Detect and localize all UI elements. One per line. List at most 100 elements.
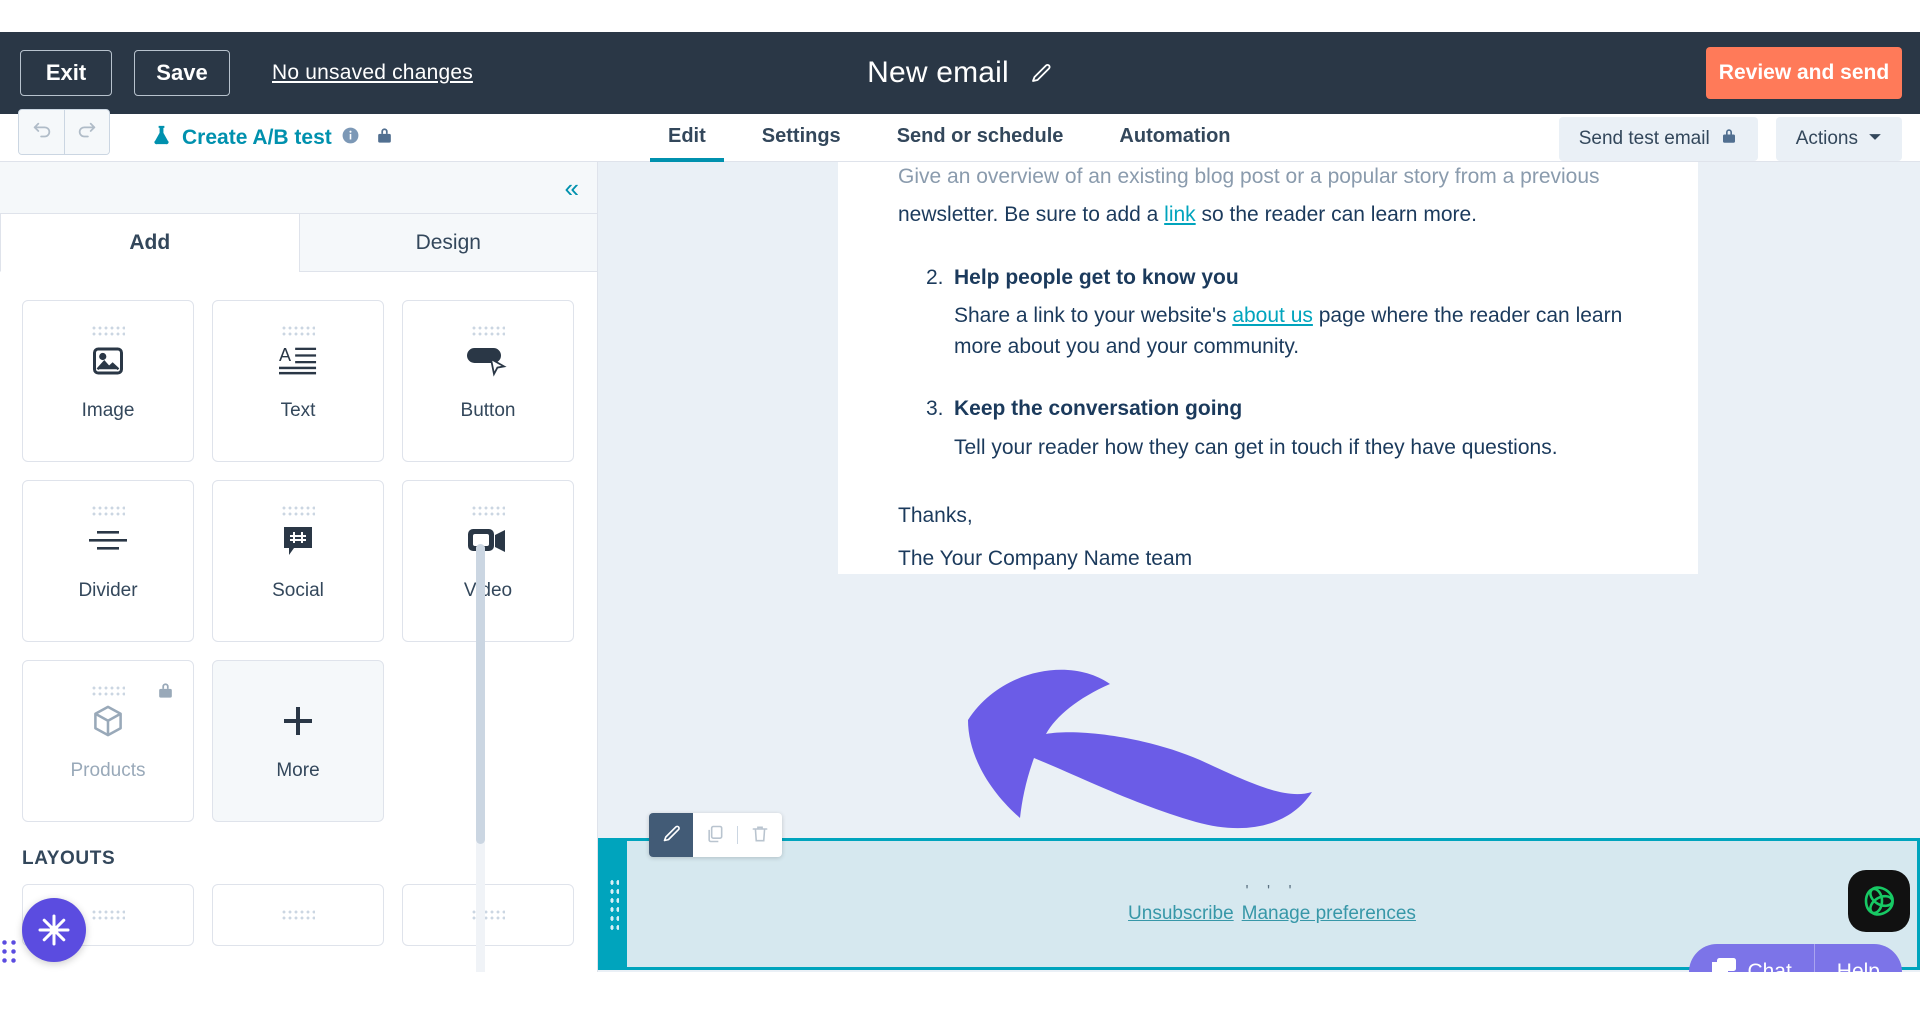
module-card-image[interactable]: Image xyxy=(22,300,194,462)
signoff-team: The Your Company Name team xyxy=(898,546,1193,570)
paragraph-with-link: newsletter. Be sure to add a link so the… xyxy=(898,200,1638,230)
about-us-link[interactable]: about us xyxy=(1232,304,1313,327)
redo-button[interactable] xyxy=(64,110,109,154)
video-icon xyxy=(467,520,509,562)
module-card-text[interactable]: A Text xyxy=(212,300,384,462)
top-white-strip xyxy=(0,0,1920,32)
paragraph-text-post: so the reader can learn more. xyxy=(1195,203,1478,227)
panel-tab-add[interactable]: Add xyxy=(0,214,299,272)
signoff-thanks: Thanks, xyxy=(898,504,973,528)
drag-grip-icon xyxy=(281,505,315,517)
flask-icon xyxy=(150,124,173,152)
pencil-icon[interactable] xyxy=(1029,61,1053,85)
layouts-section-title: LAYOUTS xyxy=(22,848,116,869)
drag-grip-icon xyxy=(281,909,315,921)
atom-swirl-icon[interactable] xyxy=(1848,870,1910,932)
list-number: 3. xyxy=(926,397,944,421)
create-ab-test-link[interactable]: Create A/B test xyxy=(150,124,394,152)
tab-send-or-schedule[interactable]: Send or schedule xyxy=(879,114,1082,162)
save-button[interactable]: Save xyxy=(134,50,230,96)
plus-icon xyxy=(281,700,315,742)
send-test-email-button[interactable]: Send test email xyxy=(1558,117,1758,161)
panel-scrollbar-thumb[interactable] xyxy=(476,544,485,844)
drag-grip-icon xyxy=(91,505,125,517)
module-label: Button xyxy=(460,400,516,421)
toolbar-right-actions: Send test email Actions xyxy=(1558,117,1902,161)
send-test-email-label: Send test email xyxy=(1578,128,1710,149)
module-card-products[interactable]: Products xyxy=(22,660,194,822)
undo-icon xyxy=(31,120,53,145)
drag-grip-icon xyxy=(471,325,505,337)
bottom-white-strip xyxy=(0,972,1920,1020)
manage-preferences-link[interactable]: Manage preferences xyxy=(1242,903,1416,925)
text-icon: A xyxy=(279,340,317,382)
module-label: More xyxy=(276,760,320,781)
module-card-divider[interactable]: Divider xyxy=(22,480,194,642)
step-body: Share a link to your website's about us … xyxy=(954,301,1638,362)
lock-icon xyxy=(1720,127,1738,151)
social-hashtag-icon xyxy=(281,520,315,562)
module-label: Social xyxy=(272,580,324,601)
unsubscribe-link[interactable]: Unsubscribe xyxy=(1128,903,1234,925)
undo-button[interactable] xyxy=(19,110,64,154)
panel-tab-design[interactable]: Design xyxy=(298,214,597,272)
footer-dots: ' ' ' xyxy=(1245,883,1299,900)
info-icon[interactable] xyxy=(341,126,360,150)
panel-collapse-row: « xyxy=(0,162,597,214)
tab-automation[interactable]: Automation xyxy=(1101,114,1248,162)
email-signoff: Thanks, The Your Company Name team xyxy=(898,501,1638,574)
module-label: Products xyxy=(70,760,146,781)
divider-icon xyxy=(89,520,127,562)
module-card-social[interactable]: Social xyxy=(212,480,384,642)
double-chevron-left-icon[interactable]: « xyxy=(565,175,579,201)
step-heading: Help people get to know you xyxy=(954,265,1239,289)
email-body[interactable]: Give an overview of an existing blog pos… xyxy=(838,162,1698,574)
email-steps-list: 2. Help people get to know you Share a l… xyxy=(898,263,1638,463)
asterisk-burst-icon[interactable] xyxy=(22,898,86,962)
secondary-toolbar: Create A/B test Edit Settings Send or sc… xyxy=(0,109,1920,162)
module-label: Text xyxy=(280,400,316,421)
clipped-paragraph-line: Give an overview of an existing blog pos… xyxy=(898,165,1600,188)
drag-grip-icon xyxy=(471,505,505,517)
email-canvas: Give an overview of an existing blog pos… xyxy=(598,162,1920,972)
module-card-button[interactable]: Button xyxy=(402,300,574,462)
products-box-icon xyxy=(90,700,126,742)
module-label: Video xyxy=(463,580,513,601)
drag-grip-icon xyxy=(609,878,619,930)
lock-icon xyxy=(156,681,175,705)
unsaved-changes-status[interactable]: No unsaved changes xyxy=(272,61,473,85)
tab-edit[interactable]: Edit xyxy=(650,114,724,162)
image-icon xyxy=(90,340,126,382)
list-item: 3. Keep the conversation going Tell your… xyxy=(898,394,1638,463)
drag-grip-icon xyxy=(91,909,125,921)
create-ab-test-label: Create A/B test xyxy=(182,126,332,149)
module-label: Image xyxy=(81,400,135,421)
top-bar: Exit Save No unsaved changes New email R… xyxy=(0,32,1920,114)
layout-card[interactable] xyxy=(212,884,384,946)
module-label: Divider xyxy=(78,580,138,601)
undo-redo-group xyxy=(18,109,110,155)
paragraph-text-pre: newsletter. Be sure to add a xyxy=(898,203,1165,227)
exit-button[interactable]: Exit xyxy=(20,50,112,96)
module-drag-handle[interactable] xyxy=(601,841,627,967)
actions-label: Actions xyxy=(1795,128,1858,149)
button-icon xyxy=(466,340,510,382)
panel-tabs: Add Design xyxy=(0,214,597,272)
redo-icon xyxy=(76,120,98,145)
list-number: 2. xyxy=(926,265,944,289)
link-inline[interactable]: link xyxy=(1164,203,1196,226)
module-card-more[interactable]: More xyxy=(212,660,384,822)
email-sheet: Give an overview of an existing blog pos… xyxy=(838,162,1698,574)
actions-dropdown-button[interactable]: Actions xyxy=(1775,117,1902,161)
lock-icon xyxy=(375,126,394,150)
step-heading: Keep the conversation going xyxy=(954,397,1243,421)
review-and-send-button[interactable]: Review and send xyxy=(1706,47,1902,99)
module-card-video[interactable]: Video xyxy=(402,480,574,642)
panel-body: Image A Text Button Divider Social Video… xyxy=(0,272,597,972)
footer-links: Unsubscribe Manage preferences xyxy=(1128,903,1416,925)
layout-card[interactable] xyxy=(402,884,574,946)
step-body: Tell your reader how they can get in tou… xyxy=(954,435,1558,459)
tab-settings[interactable]: Settings xyxy=(744,114,859,162)
drag-grip-icon xyxy=(91,685,125,697)
step-body-pre: Share a link to your website's xyxy=(954,304,1233,328)
